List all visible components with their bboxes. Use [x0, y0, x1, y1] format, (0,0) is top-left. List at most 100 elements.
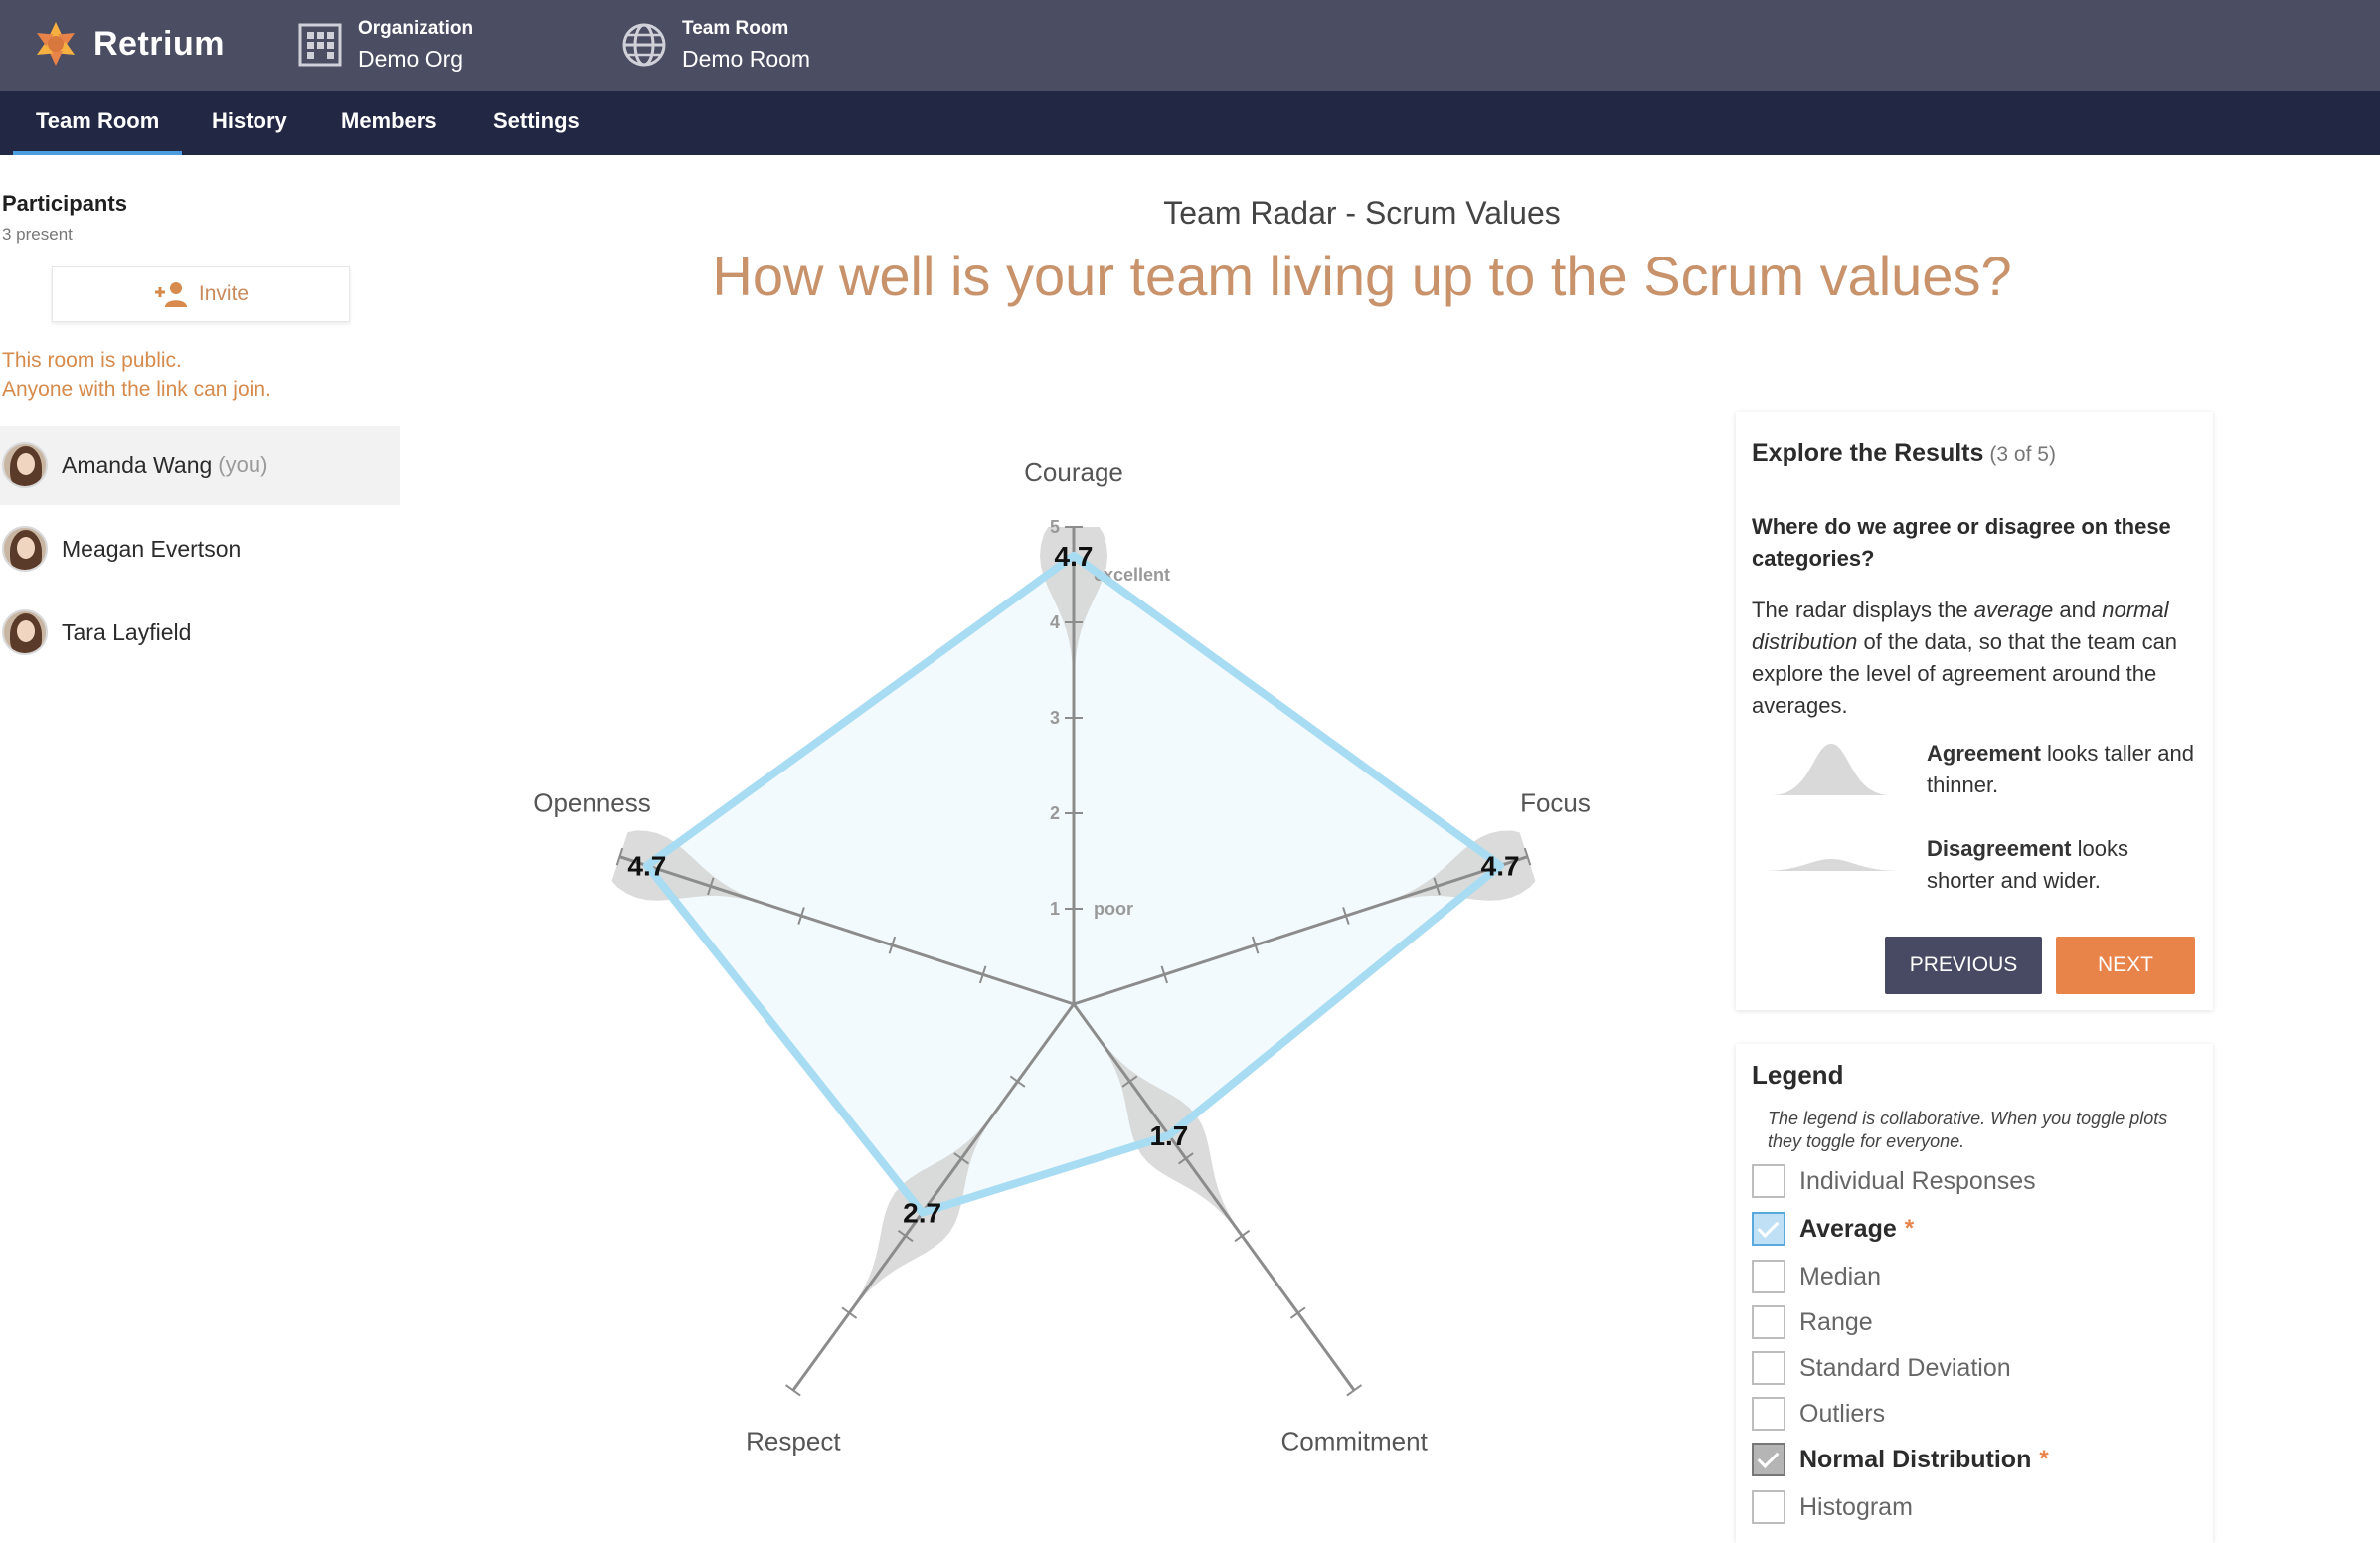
tab-settings[interactable]: Settings	[470, 91, 602, 155]
team-room-switcher[interactable]: Team Room Demo Room	[620, 10, 810, 80]
next-button[interactable]: NEXT	[2056, 937, 2195, 994]
tall-distribution-icon	[1772, 744, 1891, 795]
scale-low-label: poor	[1094, 899, 1133, 919]
tick-label: 5	[1050, 517, 1060, 537]
checkbox[interactable]	[1752, 1212, 1785, 1246]
category-label-respect: Respect	[746, 1426, 841, 1456]
checkbox[interactable]	[1752, 1443, 1785, 1476]
main-nav: Team Room History Members Settings	[0, 91, 2380, 155]
check-icon	[1757, 1216, 1780, 1238]
checkbox[interactable]	[1752, 1397, 1785, 1431]
tick-label: 1	[1050, 899, 1060, 919]
checkbox[interactable]	[1752, 1164, 1785, 1198]
invite-button[interactable]: Invite	[52, 266, 350, 322]
agreement-bold: Agreement	[1927, 741, 2041, 766]
participant-you-tag: (you)	[218, 452, 268, 477]
participant-name: Tara Layfield	[62, 618, 192, 645]
legend-panel: Legend The legend is collaborative. When…	[1736, 1044, 2213, 1543]
option-label: Median	[1799, 1262, 1881, 1290]
axis-tick	[1234, 1229, 1251, 1243]
tab-history[interactable]: History	[189, 91, 310, 155]
tick-label: 2	[1050, 803, 1060, 823]
category-label-openness: Openness	[533, 788, 651, 818]
public-note-line2: Anyone with the link can join.	[2, 378, 271, 401]
axis-tick	[1346, 1384, 1363, 1397]
organization-label: Organization	[358, 17, 474, 39]
axis-tick	[841, 1306, 858, 1319]
category-label-courage: Courage	[1024, 457, 1123, 487]
tab-members[interactable]: Members	[318, 91, 460, 155]
radar-subtitle: Team Radar - Scrum Values	[1163, 195, 1561, 231]
avatar	[2, 526, 48, 572]
axis-tick	[784, 1384, 801, 1397]
public-room-note: This room is public. Anyone with the lin…	[2, 346, 271, 404]
public-note-line1: This room is public.	[2, 349, 182, 372]
tick-label: 4	[1050, 612, 1060, 632]
explore-question: Where do we agree or disagree on these c…	[1752, 514, 2171, 571]
legend-note: The legend is collaborative. When you to…	[1768, 1109, 2168, 1151]
option-label: Average	[1799, 1214, 1897, 1243]
explore-body-em1: average	[1973, 598, 2054, 622]
explore-results-panel: Explore the Results (3 of 5) Where do we …	[1736, 412, 2213, 1010]
disagreement-text: Disagreement looks shorter and wider.	[1927, 833, 2195, 897]
checkbox[interactable]	[1752, 1260, 1785, 1293]
check-icon	[1757, 1447, 1780, 1468]
explore-description: The radar displays the average and norma…	[1752, 595, 2201, 722]
agreement-text: Agreement looks taller and thinner.	[1927, 738, 2195, 801]
category-label-focus: Focus	[1520, 788, 1591, 818]
explore-body-1: The radar displays the	[1752, 598, 1974, 622]
legend-option-outliers[interactable]: Outliers	[1752, 1394, 1885, 1434]
agreement-example: Agreement looks taller and thinner.	[1752, 738, 2199, 807]
option-label: Individual Responses	[1799, 1166, 2036, 1195]
value-label-respect: 2.7	[903, 1198, 941, 1229]
selected-star: *	[1904, 1215, 1915, 1242]
value-label-focus: 4.7	[1481, 851, 1520, 882]
legend-option-range[interactable]: Range	[1752, 1302, 1873, 1342]
legend-title: Legend	[1752, 1060, 1844, 1090]
legend-option-average[interactable]: Average *	[1752, 1209, 1914, 1249]
option-label: Normal Distribution	[1799, 1445, 2032, 1473]
previous-button[interactable]: PREVIOUS	[1885, 937, 2042, 994]
disagreement-example: Disagreement looks shorter and wider.	[1752, 833, 2199, 903]
participant-item[interactable]: Tara Layfield	[0, 593, 400, 672]
checkbox[interactable]	[1752, 1305, 1785, 1339]
legend-option-normal-distribution[interactable]: Normal Distribution *	[1752, 1440, 2049, 1479]
disagreement-bold: Disagreement	[1927, 836, 2072, 861]
option-label: Range	[1799, 1307, 1873, 1336]
participant-name: Amanda Wang	[62, 451, 213, 478]
globe-icon	[622, 23, 666, 67]
legend-option-median[interactable]: Median	[1752, 1257, 1881, 1296]
selected-star: *	[2039, 1446, 2049, 1472]
legend-option-individual-responses[interactable]: Individual Responses	[1752, 1161, 2036, 1201]
participant-name: Meagan Evertson	[62, 535, 242, 562]
option-label: Histogram	[1799, 1492, 1913, 1521]
team-room-value: Demo Room	[682, 45, 811, 72]
participant-item[interactable]: Amanda Wang (you)	[0, 426, 400, 505]
explore-step: (3 of 5)	[1989, 443, 2056, 466]
category-label-commitment: Commitment	[1280, 1426, 1428, 1456]
brand[interactable]: Retrium	[30, 12, 225, 76]
value-label-commitment: 1.7	[1149, 1120, 1188, 1151]
value-label-openness: 4.7	[627, 851, 666, 882]
checkbox[interactable]	[1752, 1490, 1785, 1524]
retrium-logo-icon	[36, 22, 76, 66]
radar-chart: 12345poorexcellent4.74.71.72.74.7Courage…	[533, 457, 1591, 1456]
explore-title-text: Explore the Results	[1752, 439, 1984, 467]
organization-switcher[interactable]: Organization Demo Org	[296, 10, 473, 80]
tab-team-room[interactable]: Team Room	[13, 91, 183, 155]
wide-distribution-icon	[1762, 859, 1901, 871]
legend-option-standard-deviation[interactable]: Standard Deviation	[1752, 1348, 2011, 1388]
avatar	[2, 442, 48, 488]
top-bar: Retrium Organization Demo Org Team Room …	[0, 0, 2380, 91]
organization-value: Demo Org	[358, 45, 464, 72]
explore-body-2: and	[2053, 598, 2103, 622]
brand-name: Retrium	[93, 24, 225, 63]
participant-item[interactable]: Meagan Evertson	[0, 509, 400, 589]
participants-title: Participants	[2, 191, 127, 216]
building-icon	[298, 23, 342, 67]
add-person-icon	[154, 282, 187, 307]
legend-option-histogram[interactable]: Histogram	[1752, 1487, 1913, 1527]
radar-question: How well is your team living up to the S…	[712, 245, 2012, 307]
checkbox[interactable]	[1752, 1351, 1785, 1385]
team-room-label: Team Room	[682, 17, 789, 39]
